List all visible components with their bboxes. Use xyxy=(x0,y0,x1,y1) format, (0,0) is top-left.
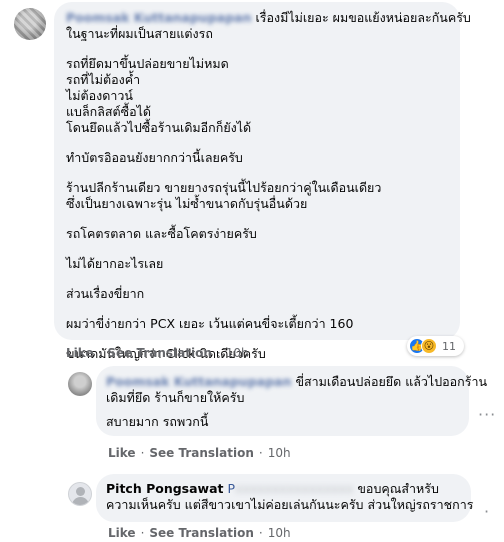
blurred-mention: xxxxxxxxxxxxxxxx xyxy=(235,481,354,496)
reaction-count: 11 xyxy=(442,339,456,353)
comment-line: ผมว่าขี่ง่ายกว่า PCX เยอะ เว้นแต่คนขี่จะ… xyxy=(66,316,354,331)
reply-timestamp[interactable]: 10h xyxy=(268,526,291,540)
comment-line: ส่วนเรื่องขี่ยาก xyxy=(66,286,145,301)
reply-timestamp[interactable]: 10h xyxy=(268,446,291,460)
reply-line: เดิมที่ยึด ร้านก็ขายให้ครับ xyxy=(106,390,245,405)
comment-line: แบล็กลิสต์ซื้อได้ xyxy=(66,104,152,119)
comment-line: ทำบัตรอิออนยังยากกว่านี้เลยครับ xyxy=(66,150,243,165)
reply-author-name[interactable]: Pitch Pongsawat xyxy=(106,481,224,496)
see-translation-link[interactable]: See Translation xyxy=(149,446,254,460)
reply-bubble: Poomsak Kuttanapupapan ขี่สามเดือนปล่อยย… xyxy=(96,366,487,436)
main-comment-bubble: Poomsak Kuttanapupapan เรื่องมีไม่เยอะ ผ… xyxy=(54,2,471,361)
more-options-icon[interactable]: ··· xyxy=(478,405,496,424)
comment-timestamp[interactable]: 10h xyxy=(226,346,249,360)
main-comment-actions: Like · See Translation · 10h xyxy=(66,346,249,360)
comment-line: ในฐานะที่ผมเป็นสายแต่งรถ xyxy=(66,26,213,41)
see-translation-link[interactable]: See Translation xyxy=(107,346,212,360)
reply-avatar[interactable] xyxy=(68,372,92,396)
comment-author-name[interactable]: Poomsak Kuttanapupapan xyxy=(66,10,252,25)
comment-line: รถที่ยึดมาขึ้นปล่อยขายไม่หมด xyxy=(66,56,229,71)
reactions-summary[interactable]: 👍 😮 11 xyxy=(407,336,464,356)
reply-line: ความเห็นครับ แต่สีขาวเขาไม่ค่อยเล่นกันนะ… xyxy=(106,497,474,512)
reply-author-name[interactable]: Poomsak Kuttanapupapan xyxy=(106,374,292,389)
comment-line: ไม่ได้ยากอะไรเลย xyxy=(66,256,164,271)
mention-link[interactable]: P xyxy=(228,481,236,496)
reply-bubble: Pitch Pongsawat Pxxxxxxxxxxxxxxxx ขอบคุณ… xyxy=(96,474,474,522)
comment-line: โดนยึดแล้วไปซื้อร้านเดิมอีกก็ยังได้ xyxy=(66,120,252,135)
comment-line: เรื่องมีไม่เยอะ ผมขอแย้งหน่อยละกันครับ xyxy=(255,10,471,25)
reply-line: ขอบคุณสำหรับ xyxy=(357,481,439,496)
reply-actions: Like · See Translation · 10h xyxy=(108,446,291,460)
reply-line: สบายมาก รถพวกนี้ xyxy=(106,414,209,429)
commenter-avatar[interactable] xyxy=(14,8,46,40)
wow-face-icon: 😮 xyxy=(421,338,437,354)
like-button[interactable]: Like xyxy=(108,526,136,540)
like-button[interactable]: Like xyxy=(108,446,136,460)
like-button[interactable]: Like xyxy=(66,346,94,360)
comment-line: ซึ่งเป็นยางเฉพาะรุ่น ไม่ซ้ำขนาดกับรุ่นอื… xyxy=(66,196,308,211)
comment-line: รถที่ไม่ต้องค้ำ xyxy=(66,72,141,87)
reply-line: ขี่สามเดือนปล่อยยึด แล้วไปออกร้าน xyxy=(295,374,488,389)
comment-line: ร้านปลีกร้านเดียว ขายยางรถรุ่นนี้ไปร้อยก… xyxy=(66,180,382,195)
more-options-icon[interactable]: · xyxy=(484,502,490,521)
see-translation-link[interactable]: See Translation xyxy=(149,526,254,540)
reply-avatar[interactable] xyxy=(68,482,92,506)
comment-line: รถโคตรตลาด และซื้อโคตรง่ายครับ xyxy=(66,226,257,241)
comment-line: ไม่ต้องดาวน์ xyxy=(66,88,133,103)
reply-actions: Like · See Translation · 10h xyxy=(108,526,291,540)
